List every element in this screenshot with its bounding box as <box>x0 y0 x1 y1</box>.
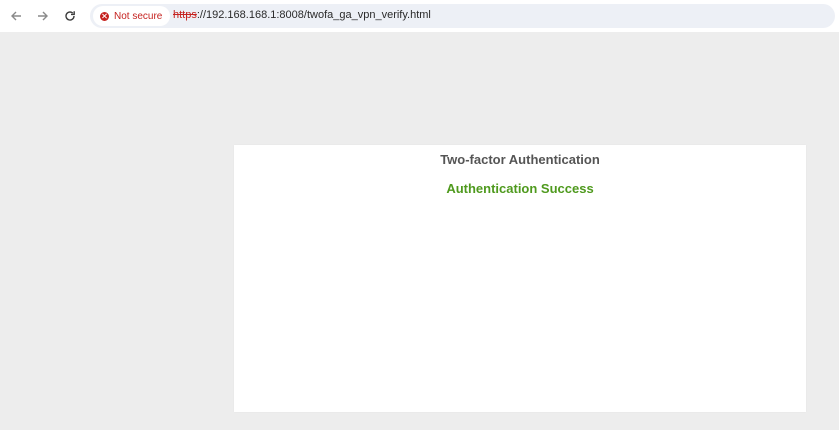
back-button[interactable] <box>6 6 26 26</box>
status-message: Authentication Success <box>446 181 594 196</box>
arrow-left-icon <box>11 11 21 21</box>
reload-button[interactable] <box>60 6 80 26</box>
url-path: ://192.168.168.1:8008/twofa_ga_vpn_verif… <box>196 9 431 21</box>
browser-toolbar: Not secure https://192.168.168.1:8008/tw… <box>0 0 839 32</box>
address-bar[interactable]: Not secure https://192.168.168.1:8008/tw… <box>90 4 835 28</box>
page-title: Two-factor Authentication <box>440 152 600 167</box>
url-scheme: https <box>173 9 197 21</box>
url-text[interactable]: https://192.168.168.1:8008/twofa_ga_vpn_… <box>173 9 431 21</box>
arrow-right-icon <box>38 11 48 21</box>
warning-circle-icon <box>100 11 109 21</box>
not-secure-label: Not secure <box>114 10 163 22</box>
security-indicator[interactable]: Not secure <box>93 6 171 26</box>
auth-card: Two-factor Authentication Authentication… <box>234 145 806 412</box>
reload-icon <box>65 11 75 21</box>
forward-button[interactable] <box>33 6 53 26</box>
